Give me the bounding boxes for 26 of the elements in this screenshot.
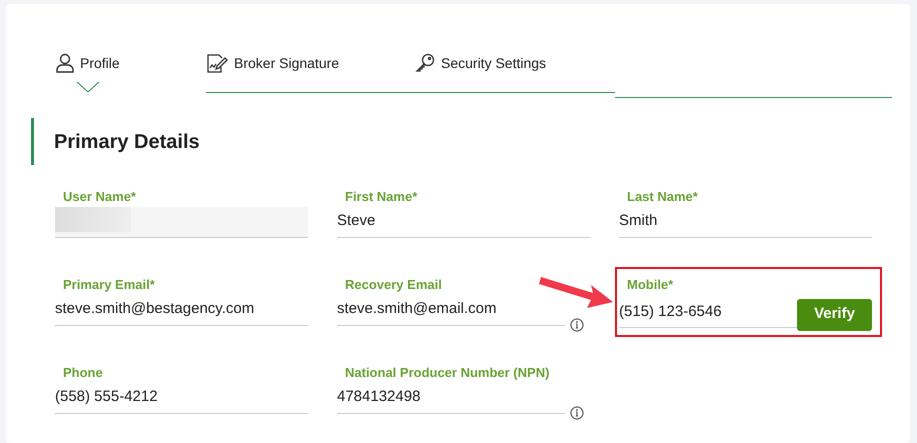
field-label: Recovery Email — [344, 276, 442, 294]
field-label: Mobile* — [626, 276, 674, 294]
input-field[interactable]: Smith — [619, 206, 872, 238]
info-icon — [570, 406, 584, 420]
chevron-down-icon — [76, 81, 100, 93]
section-title: Primary Details — [54, 130, 200, 154]
field-label: Last Name* — [626, 188, 698, 206]
info-icon — [570, 318, 584, 332]
field-label: User Name* — [62, 188, 136, 206]
input-field[interactable]: steve.smith@bestagency.com — [55, 294, 308, 326]
verify-button[interactable]: Verify — [797, 298, 872, 330]
tab[interactable]: Profile — [56, 50, 206, 98]
field-label: First Name* — [344, 188, 418, 206]
field-label: Primary Email* — [62, 276, 155, 294]
input-field[interactable]: Steve — [337, 206, 590, 238]
key-icon — [415, 53, 435, 73]
input-field[interactable]: 4784132498 — [337, 382, 565, 414]
person-icon — [56, 53, 74, 73]
input-field[interactable]: (558) 555-4212 — [55, 382, 308, 414]
input-field[interactable] — [55, 206, 308, 238]
field-label: Phone — [62, 364, 103, 382]
input-field[interactable]: steve.smith@email.com — [337, 294, 565, 326]
signed-document-icon — [206, 53, 228, 73]
field-label: National Producer Number (NPN) — [344, 364, 550, 382]
tab[interactable]: Security Settings — [415, 50, 615, 98]
tab[interactable]: Broker Signature — [206, 50, 415, 98]
